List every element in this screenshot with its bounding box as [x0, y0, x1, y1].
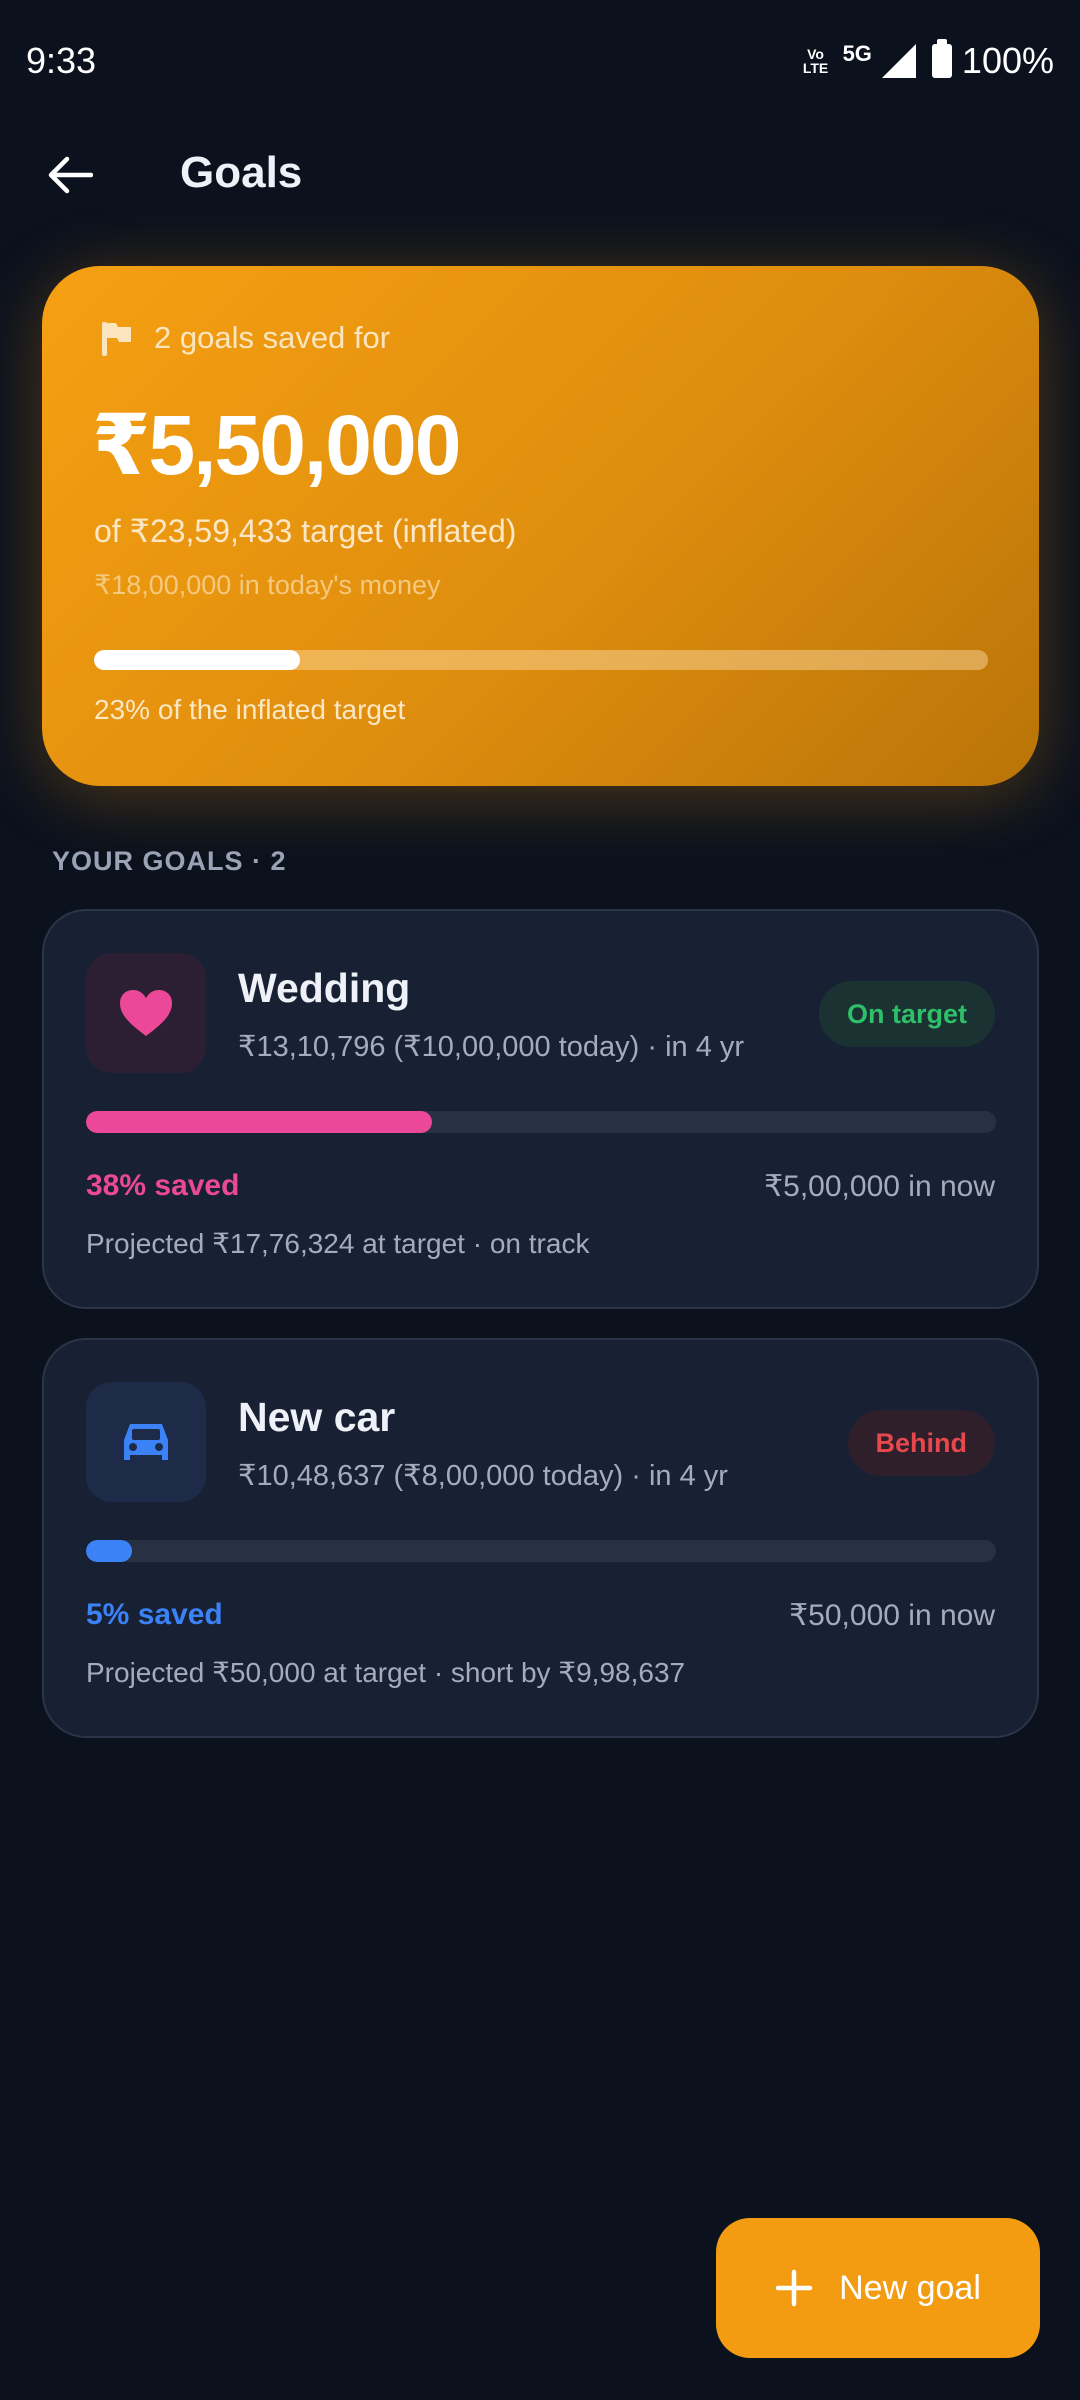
summary-progress-bar: [94, 650, 988, 670]
goal-in-now: ₹50,000 in now: [789, 1599, 995, 1632]
goal-projection: Projected ₹50,000 at target · short by ₹…: [86, 1657, 686, 1688]
car-icon: [124, 1424, 168, 1460]
goal-in-now: ₹5,00,000 in now: [764, 1170, 995, 1203]
goal-saved-percent: 38% saved: [86, 1169, 240, 1202]
status-bar: 9:33 Vo LTE 5G 100%: [0, 0, 1080, 120]
goal-progress-bar: [86, 1540, 996, 1562]
heart-icon: [120, 990, 172, 1036]
back-button[interactable]: [36, 146, 104, 204]
plus-icon: [775, 2269, 813, 2307]
new-goal-label: New goal: [839, 2268, 981, 2307]
goals-screen: 9:33 Vo LTE 5G 100% Goals 2 goals saved f…: [0, 0, 1080, 2400]
summary-label: 2 goals saved for: [154, 320, 391, 355]
goal-icon-box: [86, 953, 206, 1073]
summary-amount: ₹5,50,000: [92, 398, 461, 492]
goal-saved-percent: 5% saved: [86, 1598, 223, 1631]
summary-progress-label: 23% of the inflated target: [94, 694, 406, 725]
goal-title: Wedding: [238, 965, 411, 1011]
signal-icon: [881, 44, 916, 78]
goal-icon-box: [86, 1382, 206, 1502]
status-icons: Vo LTE 5G 100%: [799, 39, 1054, 82]
battery-percent: 100%: [961, 40, 1054, 81]
goal-projection: Projected ₹17,76,324 at target · on trac…: [86, 1228, 590, 1259]
summary-target: of ₹23,59,433 target (inflated): [94, 513, 517, 549]
flag-icon: [102, 322, 131, 356]
new-goal-button[interactable]: New goal: [716, 2218, 1040, 2358]
goal-progress-bar: [86, 1111, 996, 1133]
network-type: 5G: [842, 41, 872, 66]
volte-icon: Vo LTE: [802, 46, 829, 76]
status-time: 9:33: [26, 40, 97, 81]
status-badge: On target: [818, 981, 995, 1047]
arrow-left-icon: [48, 156, 93, 194]
goal-subtitle: ₹10,48,637 (₹8,00,000 today) · in 4 yr: [238, 1460, 728, 1492]
goal-card-wedding[interactable]: Wedding ₹13,10,796 (₹10,00,000 today) · …: [42, 909, 1039, 1309]
summary-progress-fill: [94, 650, 300, 670]
summary-card: 2 goals saved for ₹5,50,000 of ₹23,59,43…: [42, 266, 1039, 786]
summary-label-row: 2 goals saved for: [100, 320, 390, 356]
summary-today-money: ₹18,00,000 in today's money: [94, 570, 441, 600]
goal-progress-fill: [86, 1111, 432, 1133]
goal-subtitle: ₹13,10,796 (₹10,00,000 today) · in 4 yr: [238, 1031, 745, 1063]
goal-card-new-car[interactable]: New car ₹10,48,637 (₹8,00,000 today) · i…: [42, 1338, 1039, 1738]
page-title: Goals: [180, 148, 303, 197]
goal-title: New car: [238, 1394, 396, 1440]
battery-icon: [931, 39, 952, 78]
section-label: YOUR GOALS · 2: [52, 846, 287, 876]
status-badge: Behind: [847, 1410, 995, 1476]
app-header: Goals: [0, 130, 1080, 220]
goal-progress-fill: [86, 1540, 132, 1562]
